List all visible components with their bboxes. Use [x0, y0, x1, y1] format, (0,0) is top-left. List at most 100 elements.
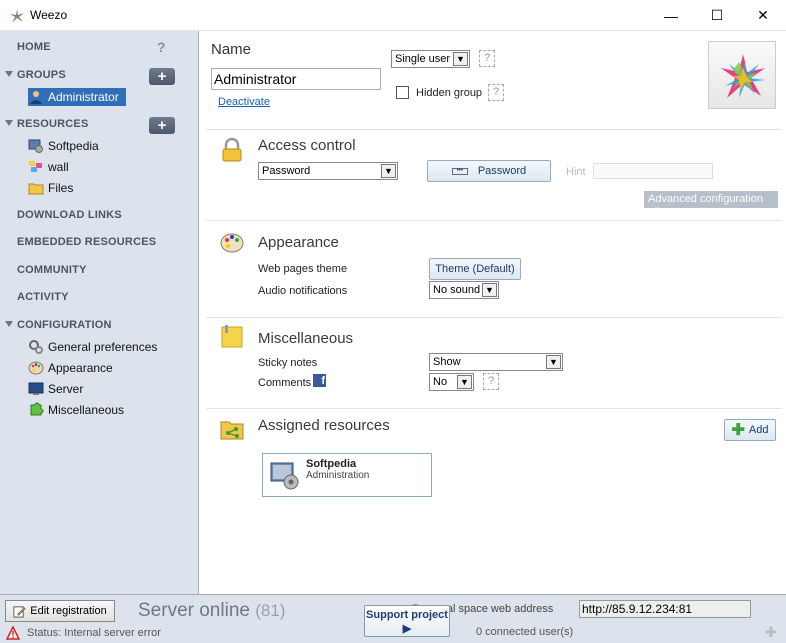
address-input[interactable] [579, 600, 751, 618]
nav-home[interactable]: HOME [17, 41, 51, 53]
expand-groups-icon[interactable] [5, 71, 13, 77]
user-icon [30, 91, 42, 104]
add-group-button[interactable]: + [149, 68, 175, 85]
hidden-group-help-icon[interactable]: ? [488, 84, 504, 101]
sidebar-item-label: Appearance [48, 361, 113, 375]
hint-label: Hint [566, 166, 586, 178]
sidebar-item-administrator[interactable]: Administrator [28, 88, 126, 106]
status-bar: Edit registration Server online (81) Sta… [0, 594, 786, 643]
close-button[interactable]: ✕ [740, 0, 786, 31]
password-button[interactable]: ••• Password [427, 160, 551, 182]
nav-embedded-resources[interactable]: EMBEDDED RESOURCES [17, 236, 156, 248]
expand-configuration-icon[interactable] [5, 321, 13, 327]
sidebar-item-label: Files [48, 181, 74, 195]
nav-resources[interactable]: RESOURCES [17, 118, 88, 130]
connected-users: 0 connected user(s) [476, 626, 574, 638]
password-dots-icon: ••• [451, 167, 468, 175]
divider [206, 220, 782, 221]
support-project-button[interactable]: Support project ▶ [364, 605, 450, 637]
main-panel: Name Deactivate Single user ▼ ? Hidden g… [200, 31, 786, 594]
monitor-icon [28, 382, 44, 395]
palette-icon [220, 233, 244, 253]
nav-download-links[interactable]: DOWNLOAD LINKS [17, 209, 122, 221]
edit-icon [13, 605, 27, 618]
server-icon [270, 462, 299, 490]
server-count: (81) [255, 601, 286, 620]
chevron-down-icon: ▼ [381, 164, 396, 178]
sticky-notes-select[interactable]: Show ▼ [429, 353, 563, 371]
group-avatar[interactable] [708, 41, 776, 109]
sidebar-item-general-preferences[interactable]: General preferences [28, 338, 157, 356]
audio-select[interactable]: No sound ▼ [429, 281, 499, 299]
theme-button[interactable]: Theme (Default) [429, 258, 521, 280]
resource-card-subtitle: Administration [306, 470, 370, 481]
deactivate-link[interactable]: Deactivate [218, 96, 270, 108]
nav-groups[interactable]: GROUPS [17, 69, 66, 81]
resource-card-softpedia[interactable]: Softpedia Administration [262, 453, 432, 497]
sidebar-item-softpedia[interactable]: Softpedia [28, 137, 99, 155]
plus-icon: ✚ [731, 422, 745, 439]
assigned-resources-title: Assigned resources [258, 417, 390, 434]
hint-input[interactable] [593, 163, 713, 179]
edit-registration-button[interactable]: Edit registration [5, 600, 115, 622]
nav-community[interactable]: COMMUNITY [17, 264, 87, 276]
nav-activity[interactable]: ACTIVITY [17, 291, 69, 303]
weezo-star-icon [721, 54, 765, 98]
comments-help-icon[interactable]: ? [483, 373, 499, 390]
server-status: Server online (81) [138, 600, 286, 621]
wall-icon [29, 161, 42, 172]
comments-label: Comments [258, 377, 312, 389]
play-icon: ▶ [402, 623, 412, 635]
appearance-title: Appearance [258, 234, 339, 251]
sticky-notes-label: Sticky notes [258, 357, 318, 369]
name-input[interactable] [211, 68, 381, 90]
hidden-group-checkbox[interactable] [396, 86, 409, 99]
name-label: Name [211, 41, 252, 58]
access-method-select[interactable]: Password ▼ [258, 162, 398, 180]
advanced-configuration-button[interactable]: Advanced configuration ▼ [644, 191, 778, 217]
window-title: Weezo [30, 8, 68, 22]
theme-label: Web pages theme [258, 263, 348, 275]
sidebar-item-label: Softpedia [48, 139, 99, 153]
divider [206, 317, 782, 318]
sidebar-item-label: Miscellaneous [48, 403, 125, 417]
divider [206, 408, 782, 409]
miscellaneous-title: Miscellaneous [258, 330, 354, 347]
puzzle-icon [30, 402, 44, 416]
chevron-down-icon: ▼ [457, 375, 472, 389]
add-resource-button[interactable]: + [149, 117, 175, 134]
help-icon[interactable]: ? [157, 39, 166, 55]
lock-icon [222, 137, 242, 162]
comments-select[interactable]: No ▼ [429, 373, 474, 391]
sidebar-item-label: Server [48, 382, 84, 396]
chevron-down-icon: ▼ [453, 52, 468, 66]
sidebar-item-server[interactable]: Server [28, 380, 83, 398]
sticky-note-icon [221, 325, 243, 348]
user-mode-help-icon[interactable]: ? [479, 50, 495, 67]
nav-configuration[interactable]: CONFIGURATION [17, 319, 112, 331]
server-icon [28, 139, 43, 153]
facebook-icon: f [313, 374, 326, 387]
minimize-button[interactable]: — [648, 0, 694, 31]
resize-grip-icon[interactable]: ✚ [765, 624, 777, 641]
sidebar-item-appearance[interactable]: Appearance [28, 359, 113, 377]
chevron-down-icon: ▼ [652, 205, 663, 217]
folder-icon [28, 183, 44, 195]
hidden-group-label: Hidden group [416, 87, 483, 99]
divider [206, 129, 782, 130]
weezo-logo-icon [10, 9, 24, 23]
user-mode-select[interactable]: Single user ▼ [391, 50, 470, 68]
shared-folder-icon [220, 421, 244, 440]
audio-label: Audio notifications [258, 285, 348, 297]
expand-resources-icon[interactable] [5, 120, 13, 126]
add-resource-button[interactable]: ✚ Add [724, 419, 776, 441]
warning-icon [6, 626, 20, 640]
sidebar-item-miscellaneous[interactable]: Miscellaneous [28, 401, 124, 419]
chevron-down-icon: ▼ [546, 355, 561, 369]
gears-icon [29, 340, 43, 354]
sidebar-item-wall[interactable]: wall [28, 158, 69, 176]
resource-card-title: Softpedia [306, 458, 357, 470]
sidebar-item-label: General preferences [48, 340, 158, 354]
sidebar-item-files[interactable]: Files [28, 179, 73, 197]
maximize-button[interactable]: ☐ [694, 0, 740, 31]
